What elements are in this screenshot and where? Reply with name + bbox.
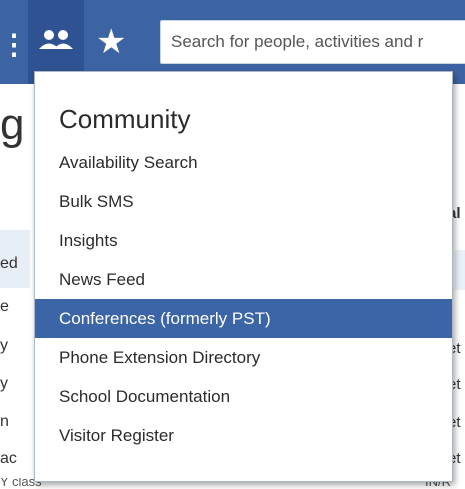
menu-title: Community — [59, 104, 191, 134]
menu-item-bulk-sms[interactable]: Bulk SMS — [35, 182, 452, 221]
page-heading-fragment: g — [0, 100, 25, 149]
bg-cell: y — [0, 375, 8, 392]
search-input[interactable] — [160, 20, 465, 64]
bg-cell: y — [0, 337, 8, 354]
bg-cell: n — [0, 413, 9, 430]
menu-item-availability-search[interactable]: Availability Search — [35, 143, 452, 182]
community-icon — [39, 30, 73, 49]
menu-item-insights[interactable]: Insights — [35, 221, 452, 260]
menu-item-conferences[interactable]: Conferences (formerly PST) — [35, 299, 452, 338]
menu-item-school-documentation[interactable]: School Documentation — [35, 377, 452, 416]
menu-item-news-feed[interactable]: News Feed — [35, 260, 452, 299]
bg-cell: e — [0, 298, 9, 315]
community-dropdown-menu: Community Availability Search Bulk SMS I… — [34, 71, 453, 482]
bg-strip — [455, 250, 465, 290]
star-icon[interactable]: ★ — [96, 25, 126, 59]
bg-cell: ed — [0, 255, 18, 272]
menu-item-phone-extension-directory[interactable]: Phone Extension Directory — [35, 338, 452, 377]
menu-item-visitor-register[interactable]: Visitor Register — [35, 416, 452, 455]
bg-cell: ac — [0, 450, 17, 467]
menu-icon[interactable]: ⋮ — [0, 28, 28, 61]
